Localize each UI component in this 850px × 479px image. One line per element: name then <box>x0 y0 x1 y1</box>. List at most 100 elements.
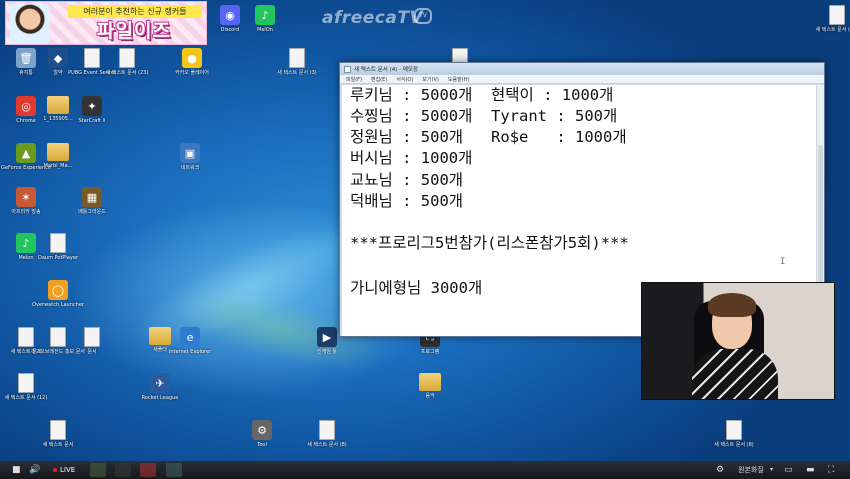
taskbar-chrome-icon[interactable] <box>140 463 156 477</box>
menu-view[interactable]: 보기(V) <box>422 76 439 83</box>
live-dot-icon <box>53 468 57 472</box>
desktop-icon-label: Rocket League <box>141 395 179 401</box>
notepad-icon <box>344 65 351 73</box>
pip-icon[interactable]: ▭ <box>784 464 793 476</box>
desktop-icon-label: 새 텍스트 문서 (12) <box>4 395 48 401</box>
streamer-hair <box>708 293 756 317</box>
desktop-icon[interactable]: 새 텍스트 문서 (8) <box>305 420 349 448</box>
pubg-server-icon <box>84 48 100 68</box>
afreecatv-watermark: afreecaTV <box>322 8 424 28</box>
text-line: 루키님 : 5000개 현택이 : 1000개 <box>350 86 614 104</box>
quality-selector[interactable]: 원본화질 <box>738 464 764 476</box>
desktop-icon-label: 1_135905... <box>43 116 73 122</box>
fullscreen-icon[interactable]: ⛶ <box>828 464 834 476</box>
daum-potplayer-icon <box>50 233 66 253</box>
desktop-icon[interactable]: 새 텍스트 문서 (3) <box>275 48 319 76</box>
desktop-icon[interactable]: 새 텍스트 문서 (12) <box>4 373 48 401</box>
desktop-icon-label: 새 텍스트 문서 (13) <box>815 27 850 33</box>
text-line: ***프로리그5번참가(리스폰참가5회)*** <box>350 234 629 252</box>
channel-banner: 여러분이 추천하는 신규 랭커들 파일이즈 <box>5 1 207 45</box>
desktop-icon[interactable]: 음악 <box>408 373 452 399</box>
scrollbar-thumb[interactable] <box>818 145 823 295</box>
theater-mode-icon[interactable]: ▬ <box>806 464 815 476</box>
live-indicator: LIVE <box>53 464 75 476</box>
chrome-icon: ◎ <box>16 96 36 116</box>
taskbar-app-icon[interactable] <box>166 463 182 477</box>
desktop-icon-label: 인게임 툴 <box>317 349 337 355</box>
taskbar-app-icon[interactable] <box>115 463 131 477</box>
text-line: 덕배님 : 500개 <box>350 192 464 210</box>
tool-icon: ⚙ <box>252 420 272 440</box>
desktop-icon[interactable]: ♪ MelOn <box>243 5 287 33</box>
taskbar-app-icon[interactable] <box>90 463 106 477</box>
desktop-icon-label: 아프리카 방송 <box>11 209 41 215</box>
desktop-icon-label: 배틀그라운드 <box>78 209 106 215</box>
desktop-icon[interactable]: ✦ StarCraft II <box>70 96 114 124</box>
text-line: 버시님 : 1000개 <box>350 149 473 167</box>
ps-icon: ▶ <box>317 327 337 347</box>
desktop-icon[interactable]: Daum PotPlayer <box>36 233 80 261</box>
desktop-icon[interactable]: 문서 <box>70 327 114 355</box>
desktop-icon[interactable]: e Internet Explorer <box>168 327 212 355</box>
desktop-icon-label: Daum PotPlayer <box>38 255 78 261</box>
menu-file[interactable]: 파일(F) <box>346 76 362 83</box>
text-line: 가니에형님 3000개 <box>350 279 483 297</box>
player-control-bar: ■ 🔊 LIVE ⚙ 원본화질 ▾ ▭ ▬ ⛶ <box>0 461 850 479</box>
desktop-icon[interactable]: 새 텍스트 문서 (23) <box>105 48 149 76</box>
banner-avatar <box>10 4 50 44</box>
text-line: 수찡님 : 5000개 Tyrant : 500개 <box>350 107 618 125</box>
rocket-league-icon: ✈ <box>150 373 170 393</box>
text-cursor: I <box>780 257 786 267</box>
webcam-overlay <box>641 282 835 400</box>
notepad-title: 새 텍스트 문서 (4) - 메모장 <box>354 67 419 73</box>
stop-icon[interactable]: ■ <box>12 464 21 476</box>
discord-icon: ◉ <box>220 5 240 25</box>
desktop-icon-label: Melon <box>18 255 34 261</box>
new-text-doc-icon-8 <box>319 420 335 440</box>
streamer-body <box>692 349 778 399</box>
desktop-icon[interactable]: ◯ Overwatch Launcher <box>32 280 84 308</box>
notepad-titlebar[interactable]: 새 텍스트 문서 (4) - 메모장 <box>340 63 824 75</box>
desktop-icon-label: 새 텍스트 문서 (8) <box>714 442 754 448</box>
new-text-doc-icon-10 <box>18 373 34 393</box>
desktop-icon[interactable]: ● 카카오 플레이어 <box>170 48 214 76</box>
menu-format[interactable]: 서식(O) <box>396 76 413 83</box>
stream-player: 여러분이 추천하는 신규 랭커들 파일이즈 afreecaTV TV ◉ Disc… <box>0 0 850 479</box>
desktop-icon-label: 새 텍스트 문서 (3) <box>277 70 317 76</box>
volume-icon[interactable]: 🔊 <box>29 464 40 476</box>
watermark-badge: TV <box>414 8 432 24</box>
desktop-icon[interactable]: ▣ 네트워크 <box>168 143 212 171</box>
desktop-icon-label: 새 텍스트 문서 (8) <box>307 442 347 448</box>
desktop-icon-label: 네트워크 <box>180 165 200 171</box>
desktop-icon-label: 카카오 플레이어 <box>175 70 209 76</box>
ahnlab-icon: ◆ <box>48 48 68 68</box>
menu-help[interactable]: 도움말(H) <box>448 76 469 83</box>
network-icon: ▣ <box>180 143 200 163</box>
desktop-icon-label: Chrome <box>16 118 36 124</box>
desktop-icon-label: StarCraft II <box>78 118 106 124</box>
desktop-icon[interactable]: 새 텍스트 문서 (13) <box>815 5 850 33</box>
desktop-icon[interactable]: 새 텍스트 문서 <box>36 420 80 448</box>
chevron-down-icon[interactable]: ▾ <box>770 464 773 476</box>
desktop-icon-label: Marbl_Ma... <box>43 163 73 169</box>
folder-icon-4 <box>419 373 441 391</box>
settings-gear-icon[interactable]: ⚙ <box>716 464 724 476</box>
desktop-icon-label: Overwatch Launcher <box>32 302 84 308</box>
menu-edit[interactable]: 편집(E) <box>371 76 387 83</box>
desktop-icon-label: Discord <box>220 27 240 33</box>
doc-icon <box>84 327 100 347</box>
desktop-icon[interactable]: Marbl_Ma... <box>36 143 80 169</box>
desktop-icon-label: 음악 <box>425 393 435 399</box>
folder-icon <box>47 96 69 114</box>
desktop-icon-label: 프로그램 <box>420 349 440 355</box>
desktop-icon-label: Internet Explorer <box>168 349 212 355</box>
melon-icon: ♪ <box>255 5 275 25</box>
desktop-icon[interactable]: ▦ 배틀그라운드 <box>70 187 114 215</box>
text-line: 정원님 : 500개 Ro$e : 1000개 <box>350 128 627 146</box>
starcraft-icon: ✦ <box>82 96 102 116</box>
overwatch-icon: ◯ <box>48 280 68 300</box>
desktop-icon[interactable]: 새 텍스트 문서 (8) <box>712 420 756 448</box>
desktop-icon[interactable]: ✈ Rocket League <box>138 373 182 401</box>
desktop-icon[interactable]: ✶ 아프리카 방송 <box>4 187 48 215</box>
desktop-icon[interactable]: ⚙ Tool <box>240 420 284 448</box>
